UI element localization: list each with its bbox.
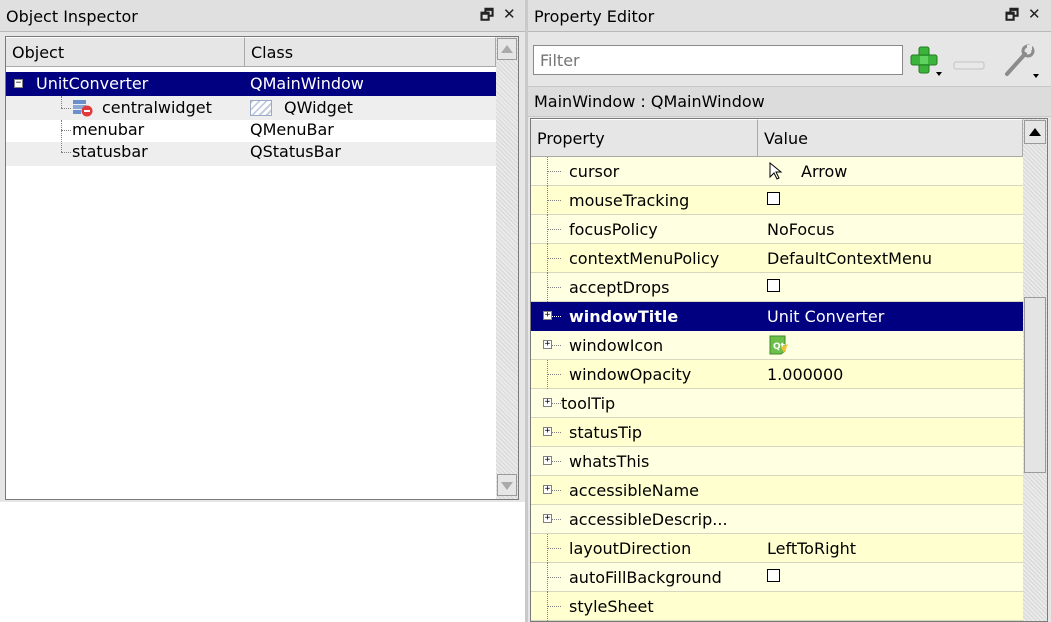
add-dynamic-property-icon[interactable] [908,44,944,78]
property-value: LeftToRight [767,539,857,558]
property-name: styleSheet [569,597,654,616]
qwidget-icon [250,100,272,116]
close-icon[interactable]: ✕ [503,5,516,23]
property-name: statusTip [569,423,643,442]
property-name: acceptDrops [569,278,670,297]
property-editor-title: Property Editor [534,7,655,26]
property-table-scrollbar[interactable] [1023,119,1047,621]
autofillbackground-checkbox[interactable] [767,569,780,582]
property-editor-titlebar: Property Editor 🗗 ✕ [528,0,1051,32]
tree-row-class: QWidget [284,98,353,117]
property-name: windowOpacity [569,365,692,384]
widget-layout-broken-icon [72,99,94,117]
property-row-acceptdrops[interactable]: acceptDrops [531,273,1025,302]
arrow-cursor-icon [769,161,783,184]
tree-row-unitconverter[interactable]: − UnitConverter QMainWindow [6,72,496,96]
tree-row-object: menubar [72,120,145,139]
property-name: windowIcon [569,336,664,355]
property-value: 1.000000 [767,365,844,384]
expand-icon[interactable]: + [543,456,552,465]
expand-icon[interactable]: + [543,485,552,494]
property-row-layoutdirection[interactable]: layoutDirection LeftToRight [531,534,1025,563]
property-name: windowTitle [569,307,679,326]
tree-row-class: QMainWindow [250,74,364,93]
scroll-up-button[interactable] [497,38,517,60]
property-value: DefaultContextMenu [767,249,933,268]
object-inspector-dock: Object Inspector 🗗 ✕ Object Class − Unit… [0,0,525,622]
property-row-focuspolicy[interactable]: focusPolicy NoFocus [531,215,1025,244]
object-inspector-titlebar: Object Inspector 🗗 ✕ [0,0,525,32]
property-editor-context-label: MainWindow : QMainWindow [528,86,1051,117]
object-inspector-empty-area [0,502,525,622]
column-header-property[interactable]: Property [531,119,758,157]
wrench-icon[interactable] [1001,44,1041,80]
tree-row-object: UnitConverter [36,74,149,93]
property-row-whatsthis[interactable]: + whatsThis [531,447,1025,476]
mousetracking-checkbox[interactable] [767,192,780,205]
property-name: accessibleDescrip... [569,510,728,529]
expand-icon[interactable]: + [543,398,552,407]
context-text: MainWindow : QMainWindow [534,92,765,111]
object-inspector-title: Object Inspector [6,7,138,26]
expand-icon[interactable]: + [543,427,552,436]
property-name: whatsThis [569,452,650,471]
tree-row-centralwidget[interactable]: centralwidget QWidget [6,96,496,120]
property-row-tooltip[interactable]: + toolTip [531,389,1025,418]
close-icon[interactable]: ✕ [1028,5,1041,23]
property-name: cursor [569,162,620,181]
column-header-class[interactable]: Class [245,37,496,67]
tree-row-object: statusbar [72,142,148,161]
object-tree-scrollbar[interactable] [496,37,518,499]
tree-row-statusbar[interactable]: statusbar QStatusBar [6,130,496,166]
property-row-statustip[interactable]: + statusTip [531,418,1025,447]
acceptdrops-checkbox[interactable] [767,279,780,292]
scroll-thumb[interactable] [1024,297,1046,473]
filter-input[interactable] [533,45,903,75]
tree-row-class: QMenuBar [250,120,334,139]
tree-row-object: centralwidget [102,98,212,117]
property-name: mouseTracking [569,191,690,210]
property-row-accessibledescription[interactable]: + accessibleDescrip... [531,505,1025,534]
property-row-autofillbackground[interactable]: autoFillBackground [531,563,1025,592]
property-name: toolTip [561,394,616,413]
expand-icon[interactable]: + [543,514,552,523]
column-header-object-label: Object [12,43,65,62]
expand-icon[interactable]: + [543,340,552,349]
property-row-windowtitle[interactable]: + windowTitle Unit Converter [531,302,1025,331]
property-rows: cursor Arrow mouseTracking focusPolicy N… [531,157,1025,621]
property-row-accessiblename[interactable]: + accessibleName [531,476,1025,505]
property-value: NoFocus [767,220,835,239]
property-row-stylesheet[interactable]: styleSheet [531,592,1025,621]
property-name: autoFillBackground [569,568,722,587]
scroll-up-button[interactable] [1024,120,1046,144]
property-row-windowopacity[interactable]: windowOpacity 1.000000 [531,360,1025,389]
property-table[interactable]: Property Value cursor Arrow mouseTrackin… [530,118,1048,622]
column-header-property-label: Property [537,129,605,148]
tree-row-menubar[interactable]: menubar QMenuBar [6,120,496,144]
column-header-object[interactable]: Object [6,37,245,67]
property-name: layoutDirection [569,539,692,558]
property-row-windowicon[interactable]: + windowIcon Qt [531,331,1025,360]
property-name: accessibleName [569,481,700,500]
property-row-cursor[interactable]: cursor Arrow [531,157,1025,186]
collapse-icon[interactable]: − [14,79,23,88]
column-header-value-label: Value [764,129,808,148]
property-value: Arrow [801,162,848,181]
property-row-contextmenupolicy[interactable]: contextMenuPolicy DefaultContextMenu [531,244,1025,273]
tree-row-class: QStatusBar [250,142,341,161]
property-editor-dock: Property Editor 🗗 ✕ MainWindow : QMainWi… [528,0,1051,622]
column-header-class-label: Class [251,43,294,62]
float-icon[interactable]: 🗗 [480,5,494,30]
property-name: contextMenuPolicy [569,249,720,268]
column-header-value[interactable]: Value [758,119,1023,157]
qt-logo-icon: Qt [767,335,789,359]
float-icon[interactable]: 🗗 [1005,5,1019,30]
expand-icon[interactable]: + [543,311,552,320]
object-tree[interactable]: Object Class − UnitConverter QMainWindow… [5,36,519,500]
property-row-mousetracking[interactable]: mouseTracking [531,186,1025,215]
scroll-down-button[interactable] [497,474,517,496]
property-name: focusPolicy [569,220,658,239]
property-value: Unit Converter [767,307,885,326]
remove-dynamic-property-icon[interactable] [953,56,985,70]
